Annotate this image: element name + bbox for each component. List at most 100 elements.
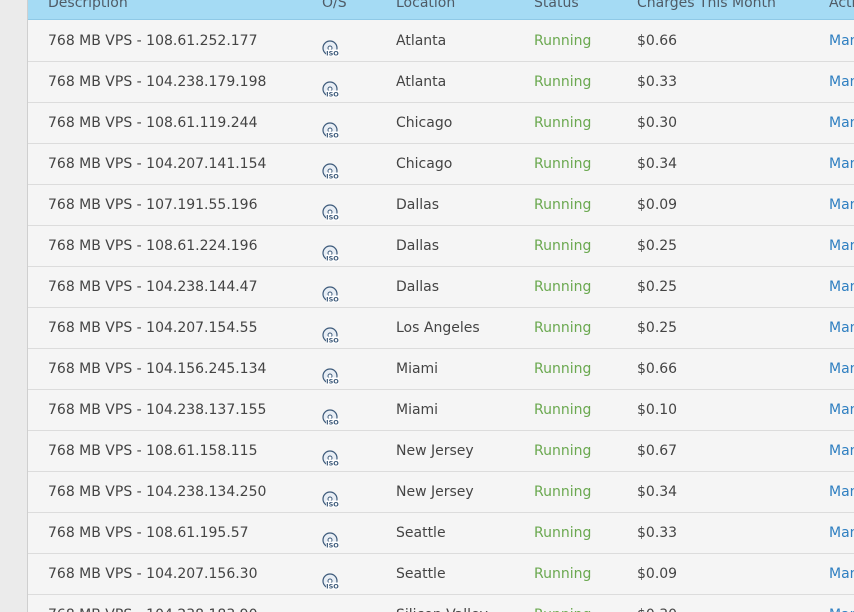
iso-disc-icon: ISO (322, 526, 340, 550)
manage-link[interactable]: Man (829, 267, 854, 307)
table-row: 768 MB VPS - 104.238.134.250 ISO New Jerse… (28, 472, 854, 513)
monthly-charge: $0.09 (637, 197, 678, 213)
server-location: Silicon Valley (396, 595, 488, 612)
status-text: Running (534, 484, 592, 500)
table-row: 768 MB VPS - 108.61.195.57 ISO Seattle Runn… (28, 513, 854, 554)
iso-disc-icon: ISO (322, 34, 340, 58)
status-text: Running (534, 320, 592, 336)
manage-link[interactable]: Man (829, 472, 854, 512)
monthly-charge: $0.30 (637, 595, 677, 612)
monthly-charge: $0.67 (637, 443, 678, 459)
server-location: Atlanta (396, 33, 447, 49)
table-row: 768 MB VPS - 107.191.55.196 ISO Dallas Runn… (28, 185, 854, 226)
svg-text:ISO: ISO (326, 337, 339, 345)
status-text: Running (534, 115, 592, 131)
manage-link[interactable]: Man (829, 349, 854, 389)
iso-disc-icon: ISO (322, 608, 340, 612)
manage-link[interactable]: Man (829, 595, 854, 612)
server-location: Los Angeles (396, 320, 480, 336)
server-description: 768 MB VPS - 108.61.158.115 (48, 443, 258, 459)
server-location: Dallas (396, 238, 440, 254)
table-row: 768 MB VPS - 104.238.183.90 ISO Silicon Va… (28, 595, 854, 612)
svg-text:ISO: ISO (326, 378, 339, 386)
table-row: 768 MB VPS - 104.207.154.55 ISO Los Angele… (28, 308, 854, 349)
header-location[interactable]: Location (396, 0, 455, 11)
manage-link[interactable]: Man (829, 62, 854, 102)
status-text: Running (534, 279, 592, 295)
status-text: Running (534, 74, 592, 90)
manage-link[interactable]: Man (829, 390, 854, 430)
server-description: 768 MB VPS - 104.156.245.134 (48, 361, 267, 377)
svg-text:ISO: ISO (326, 132, 339, 140)
status-text: Running (534, 443, 592, 459)
monthly-charge: $0.25 (637, 238, 678, 254)
server-location: New Jersey (396, 484, 474, 500)
manage-link[interactable]: Man (829, 103, 854, 143)
svg-text:ISO: ISO (326, 91, 339, 99)
manage-link[interactable]: Man (829, 185, 854, 225)
server-location: Miami (396, 361, 439, 377)
table-row: 768 MB VPS - 108.61.119.244 ISO Chicago Run… (28, 103, 854, 144)
manage-link[interactable]: Man (829, 554, 854, 594)
server-description: 768 MB VPS - 108.61.224.196 (48, 238, 258, 254)
table-row: 768 MB VPS - 108.61.224.196 ISO Dallas Runn… (28, 226, 854, 267)
table-row: 768 MB VPS - 104.207.156.30 ISO Seattle Run… (28, 554, 854, 595)
header-os[interactable]: O/S (322, 0, 347, 11)
header-charges[interactable]: Charges This Month (637, 0, 776, 11)
svg-text:ISO: ISO (326, 542, 339, 550)
table-row: 768 MB VPS - 104.207.141.154 ISO Chicago Ru… (28, 144, 854, 185)
manage-link[interactable]: Man (829, 431, 854, 471)
server-description: 768 MB VPS - 104.238.183.90 (48, 595, 258, 612)
monthly-charge: $0.33 (637, 74, 678, 90)
svg-text:ISO: ISO (326, 296, 339, 304)
server-description: 768 MB VPS - 104.238.137.155 (48, 402, 267, 418)
server-description: 768 MB VPS - 108.61.119.244 (48, 115, 258, 131)
monthly-charge: $0.25 (637, 320, 678, 336)
table-row: 768 MB VPS - 108.61.252.177 ISO Atlanta Run… (28, 21, 854, 62)
monthly-charge: $0.66 (637, 361, 678, 377)
manage-link[interactable]: Man (829, 144, 854, 184)
manage-link[interactable]: Man (829, 308, 854, 348)
table-row: 768 MB VPS - 104.238.137.155 ISO Miami Runn… (28, 390, 854, 431)
monthly-charge: $0.10 (637, 402, 678, 418)
table-row: 768 MB VPS - 108.61.158.115 ISO New Jersey… (28, 431, 854, 472)
iso-disc-icon: ISO (322, 403, 340, 427)
iso-disc-icon: ISO (322, 280, 340, 304)
server-location: Chicago (396, 156, 453, 172)
iso-disc-icon: ISO (322, 198, 340, 222)
server-location: Atlanta (396, 74, 447, 90)
status-text: Running (534, 595, 591, 612)
manage-link[interactable]: Man (829, 21, 854, 61)
server-description: 768 MB VPS - 104.207.141.154 (48, 156, 267, 172)
table-row: 768 MB VPS - 104.238.144.47 ISO Dallas Runn… (28, 267, 854, 308)
server-location: Miami (396, 402, 439, 418)
server-description: 768 MB VPS - 104.238.179.198 (48, 74, 267, 90)
server-location: Seattle (396, 525, 446, 541)
iso-disc-icon: ISO (322, 116, 340, 140)
server-location: Dallas (396, 279, 440, 295)
monthly-charge: $0.34 (637, 484, 678, 500)
status-text: Running (534, 402, 592, 418)
svg-text:ISO: ISO (326, 255, 339, 263)
server-location: Chicago (396, 115, 453, 131)
status-text: Running (534, 566, 592, 582)
status-text: Running (534, 156, 592, 172)
server-description: 768 MB VPS - 104.207.156.30 (48, 566, 258, 582)
manage-link[interactable]: Man (829, 513, 854, 553)
monthly-charge: $0.66 (637, 33, 678, 49)
header-status[interactable]: Status (534, 0, 579, 11)
iso-disc-icon: ISO (322, 444, 340, 468)
iso-disc-icon: ISO (322, 321, 340, 345)
server-description: 768 MB VPS - 108.61.195.57 (48, 525, 249, 541)
iso-disc-icon: ISO (322, 567, 340, 591)
server-description: 768 MB VPS - 104.207.154.55 (48, 320, 258, 336)
header-description[interactable]: Description (48, 0, 128, 11)
svg-text:ISO: ISO (326, 583, 339, 591)
monthly-charge: $0.34 (637, 156, 678, 172)
header-actions: Acti (829, 0, 854, 11)
manage-link[interactable]: Man (829, 226, 854, 266)
status-text: Running (534, 197, 592, 213)
iso-disc-icon: ISO (322, 485, 340, 509)
server-description: 768 MB VPS - 104.238.134.250 (48, 484, 267, 500)
svg-text:ISO: ISO (326, 501, 339, 509)
